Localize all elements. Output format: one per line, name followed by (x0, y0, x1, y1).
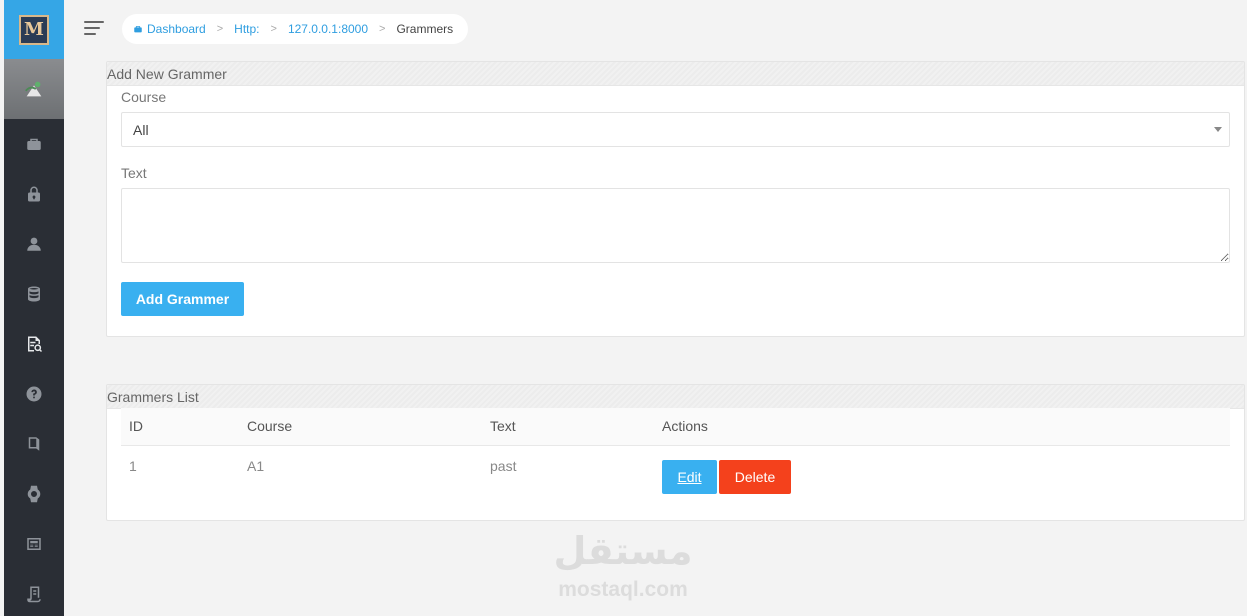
cell-actions: Edit Delete (654, 445, 1230, 519)
watermark-arabic: مستقل (553, 529, 693, 573)
course-select[interactable]: All (121, 112, 1230, 147)
logo-area[interactable]: M (4, 0, 64, 59)
database-icon (28, 286, 40, 302)
cell-text: past (490, 457, 517, 474)
watermark: مستقل mostaql.com (548, 530, 698, 602)
delete-button[interactable]: Delete (719, 459, 791, 494)
book-icon (28, 437, 40, 451)
breadcrumb-dashboard[interactable]: Dashboard (133, 22, 206, 36)
add-grammer-card: Add New Grammer Course All Text Add Gram… (106, 61, 1245, 337)
card-title: Add New Grammer (107, 62, 1244, 86)
course-select-value: All (133, 122, 149, 138)
watermark-latin: mostaql.com (558, 578, 688, 601)
question-icon (26, 386, 42, 402)
sidebar-item-help[interactable] (4, 369, 64, 419)
sidebar-item-books[interactable] (4, 419, 64, 469)
user-icon (27, 237, 41, 251)
text-label: Text (121, 165, 147, 181)
sidebar-item-dashboard[interactable] (4, 119, 64, 169)
breadcrumb-separator: > (379, 23, 386, 35)
lock-icon (28, 186, 40, 202)
watch-icon (27, 485, 41, 503)
breadcrumb-separator: > (216, 23, 224, 35)
menu-line (84, 33, 96, 35)
breadcrumb-current: Grammers (396, 22, 454, 36)
sidebar-item-grammers[interactable] (4, 319, 64, 369)
column-header-actions: Actions (654, 408, 1230, 446)
course-label: Course (121, 89, 167, 105)
sidebar-item-watch[interactable] (4, 469, 64, 519)
dashboard-icon (27, 138, 41, 150)
menu-line (84, 21, 104, 23)
caret-down-icon (1214, 127, 1222, 132)
column-header-id: ID (121, 408, 239, 446)
text-input[interactable] (121, 188, 1230, 263)
add-grammer-button[interactable]: Add Grammer (121, 282, 244, 316)
cell-course: A1 (247, 457, 265, 474)
cell-id: 1 (129, 457, 137, 474)
sidebar-item-scroll[interactable] (4, 569, 64, 616)
scroll-icon (27, 586, 41, 603)
breadcrumb-separator: > (270, 23, 277, 35)
grammers-list-card: Grammers List ID Course Text Actions 1 A… (106, 384, 1245, 521)
dashboard-icon (134, 26, 142, 33)
menu-toggle-button[interactable] (84, 20, 104, 36)
logo: M (19, 14, 49, 45)
table-row: 1 A1 past Edit Delete (121, 445, 1230, 519)
column-header-course: Course (239, 408, 482, 446)
card-title: Grammers List (107, 385, 1244, 409)
sidebar-item-security[interactable] (4, 169, 64, 219)
newspaper-icon (27, 538, 41, 550)
sidebar-item-users[interactable] (4, 219, 64, 269)
breadcrumb-http[interactable]: Http: (234, 22, 259, 36)
sidebar: M (0, 0, 64, 616)
edit-button[interactable]: Edit (662, 459, 717, 494)
breadcrumb: Dashboard > Http: > 127.0.0.1:8000 > Gra… (122, 14, 469, 44)
table-header-row: ID Course Text Actions (121, 408, 1230, 446)
breadcrumb-label: Dashboard (147, 22, 206, 36)
menu-line (84, 27, 100, 29)
avatar[interactable] (4, 59, 64, 119)
breadcrumb-host[interactable]: 127.0.0.1:8000 (288, 22, 368, 36)
grammers-table: ID Course Text Actions 1 A1 past Edit Del… (121, 408, 1230, 519)
avatar-image-icon (25, 81, 42, 97)
sidebar-item-database[interactable] (4, 269, 64, 319)
document-search-icon (28, 336, 43, 353)
column-header-text: Text (482, 408, 654, 446)
sidebar-item-news[interactable] (4, 519, 64, 569)
sidebar-menu (4, 119, 64, 616)
